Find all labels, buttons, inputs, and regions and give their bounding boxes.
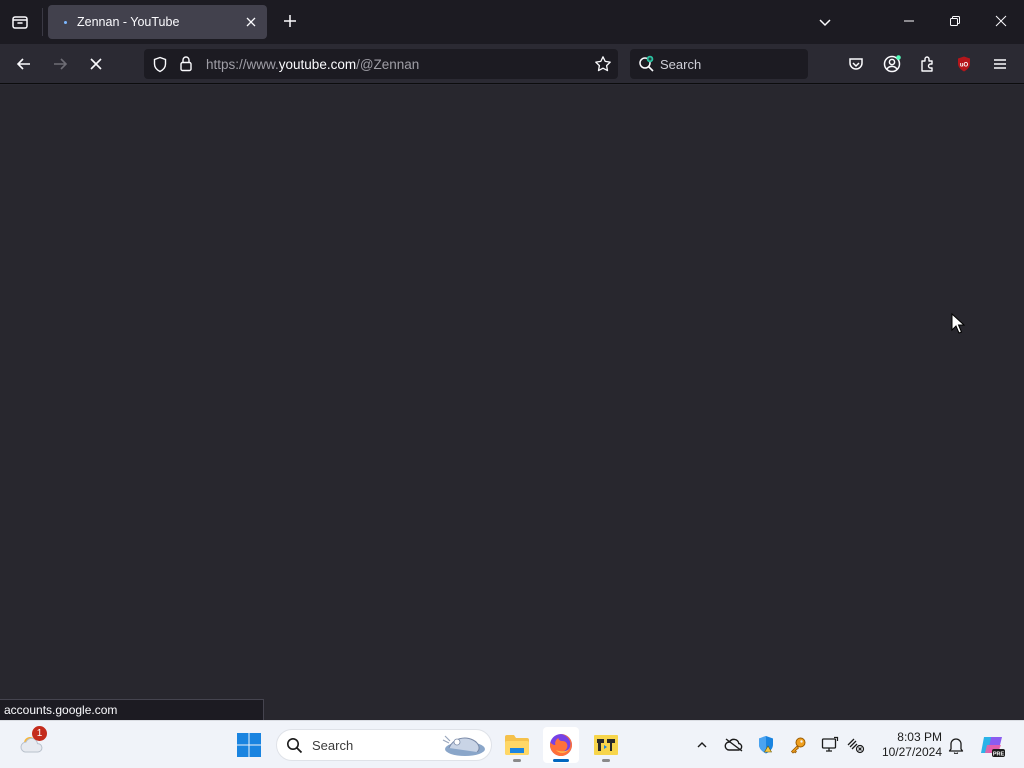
- mouse-cursor: [951, 312, 966, 339]
- tab-close-button[interactable]: [243, 14, 259, 30]
- onedrive-icon: [724, 738, 743, 752]
- search-icon: [639, 55, 654, 72]
- arrow-right-icon: [54, 58, 68, 70]
- pocket-button[interactable]: [842, 50, 870, 78]
- stop-loading-icon: [90, 58, 102, 70]
- taskbar-search[interactable]: Search: [276, 729, 492, 761]
- chevron-down-icon: [819, 19, 831, 27]
- tab-divider: [42, 8, 43, 36]
- account-button[interactable]: [878, 50, 906, 78]
- taskbar-search-placeholder: Search: [312, 738, 354, 753]
- network-tray-icon[interactable]: [844, 733, 868, 757]
- onedrive-tray-icon[interactable]: [722, 733, 746, 757]
- status-text: accounts.google.com: [4, 703, 118, 717]
- hamburger-menu-icon: [994, 59, 1006, 69]
- account-icon: [883, 55, 901, 73]
- tab-list-button[interactable]: [6, 8, 34, 36]
- running-indicator: [513, 759, 521, 762]
- restore-icon: [950, 16, 960, 26]
- window-close-icon: [995, 15, 1007, 27]
- system-clock[interactable]: 8:03 PM 10/27/2024: [872, 730, 942, 760]
- url-prefix: https://www.: [206, 57, 279, 72]
- close-icon: [246, 17, 256, 27]
- lock-icon: [180, 56, 192, 72]
- navigation-toolbar: https://www.youtube.com/@Zennan Search u…: [0, 44, 1024, 84]
- restore-button[interactable]: [940, 6, 970, 36]
- taskbar: 1 Search 8:03 PM 10/27/2024 PRE: [0, 720, 1024, 768]
- display-tray-icon[interactable]: [818, 733, 842, 757]
- copilot-button[interactable]: PRE: [974, 727, 1010, 763]
- bookmark-button[interactable]: [594, 55, 612, 78]
- stop-loading-button[interactable]: [82, 50, 110, 78]
- url-path: /@Zennan: [356, 57, 420, 72]
- back-button[interactable]: [10, 50, 38, 78]
- weather-widget[interactable]: 1: [14, 726, 50, 763]
- extensions-button[interactable]: [914, 50, 942, 78]
- forward-button[interactable]: [46, 50, 74, 78]
- network-icon: [847, 738, 865, 754]
- minimize-button[interactable]: [894, 6, 924, 36]
- display-icon: [821, 736, 839, 752]
- search-placeholder: Search: [660, 57, 702, 72]
- start-button[interactable]: [231, 727, 267, 763]
- copilot-icon: PRE: [981, 737, 1005, 758]
- active-indicator: [553, 759, 569, 762]
- bell-icon: [948, 738, 964, 754]
- page-content[interactable]: [0, 85, 1024, 720]
- arrow-left-icon: [16, 58, 30, 70]
- svg-text:uO: uO: [960, 63, 969, 69]
- tab-strip: Zennan - YouTube: [0, 0, 1024, 44]
- file-explorer-button[interactable]: [499, 727, 535, 763]
- mouse-cursor-icon: [951, 312, 966, 334]
- search-engine-icon: [638, 55, 656, 78]
- url-host: youtube.com: [278, 57, 357, 72]
- security-tray-icon[interactable]: [754, 733, 778, 757]
- app-icon: [594, 735, 618, 755]
- clock-date: 10/27/2024: [881, 745, 942, 759]
- plus-icon: [284, 15, 296, 27]
- address-bar[interactable]: https://www.youtube.com/@Zennan: [144, 49, 618, 79]
- chevron-up-icon: [697, 742, 707, 748]
- svg-text:PRE: PRE: [993, 752, 1005, 758]
- list-all-tabs-button[interactable]: [813, 10, 837, 34]
- status-panel: accounts.google.com: [0, 699, 264, 720]
- tracking-protection-button[interactable]: [152, 56, 168, 78]
- url-text[interactable]: https://www.youtube.com/@Zennan: [206, 57, 419, 72]
- show-hidden-icons-button[interactable]: [690, 733, 714, 757]
- pocket-icon: [849, 58, 863, 70]
- firefox-taskbar-button[interactable]: [543, 727, 579, 763]
- ublock-origin-button[interactable]: uO: [950, 50, 978, 78]
- shield-icon: [153, 56, 167, 73]
- site-info-button[interactable]: [179, 55, 193, 77]
- tab-title: Zennan - YouTube: [77, 15, 180, 29]
- search-icon: [287, 738, 303, 754]
- file-explorer-icon: [505, 735, 529, 755]
- ublock-icon: uO: [958, 56, 970, 72]
- pinned-app-button[interactable]: [588, 727, 624, 763]
- key-icon: [790, 737, 806, 754]
- search-bar[interactable]: Search: [630, 49, 808, 79]
- weather-badge: 1: [32, 726, 47, 741]
- tab-list-icon: [12, 16, 28, 29]
- windows-start-icon: [237, 733, 261, 757]
- tab-active[interactable]: Zennan - YouTube: [48, 5, 267, 39]
- app-menu-button[interactable]: [986, 50, 1014, 78]
- new-tab-button[interactable]: [278, 9, 302, 33]
- extensions-icon: [921, 56, 933, 72]
- clock-time: 8:03 PM: [897, 730, 942, 744]
- close-window-button[interactable]: [986, 6, 1016, 36]
- minimize-icon: [904, 20, 914, 22]
- loading-indicator: [64, 21, 67, 24]
- taskbar-search-icon-wrap: [286, 737, 303, 759]
- defender-icon: [759, 736, 773, 754]
- browser-window: Zennan - YouTube https://www.youtube.com…: [0, 0, 1024, 720]
- running-indicator: [602, 759, 610, 762]
- notifications-button[interactable]: [944, 733, 968, 757]
- firefox-icon: [549, 734, 572, 756]
- key-tray-icon[interactable]: [786, 733, 810, 757]
- search-highlight-image: [435, 732, 489, 763]
- star-icon: [595, 56, 611, 72]
